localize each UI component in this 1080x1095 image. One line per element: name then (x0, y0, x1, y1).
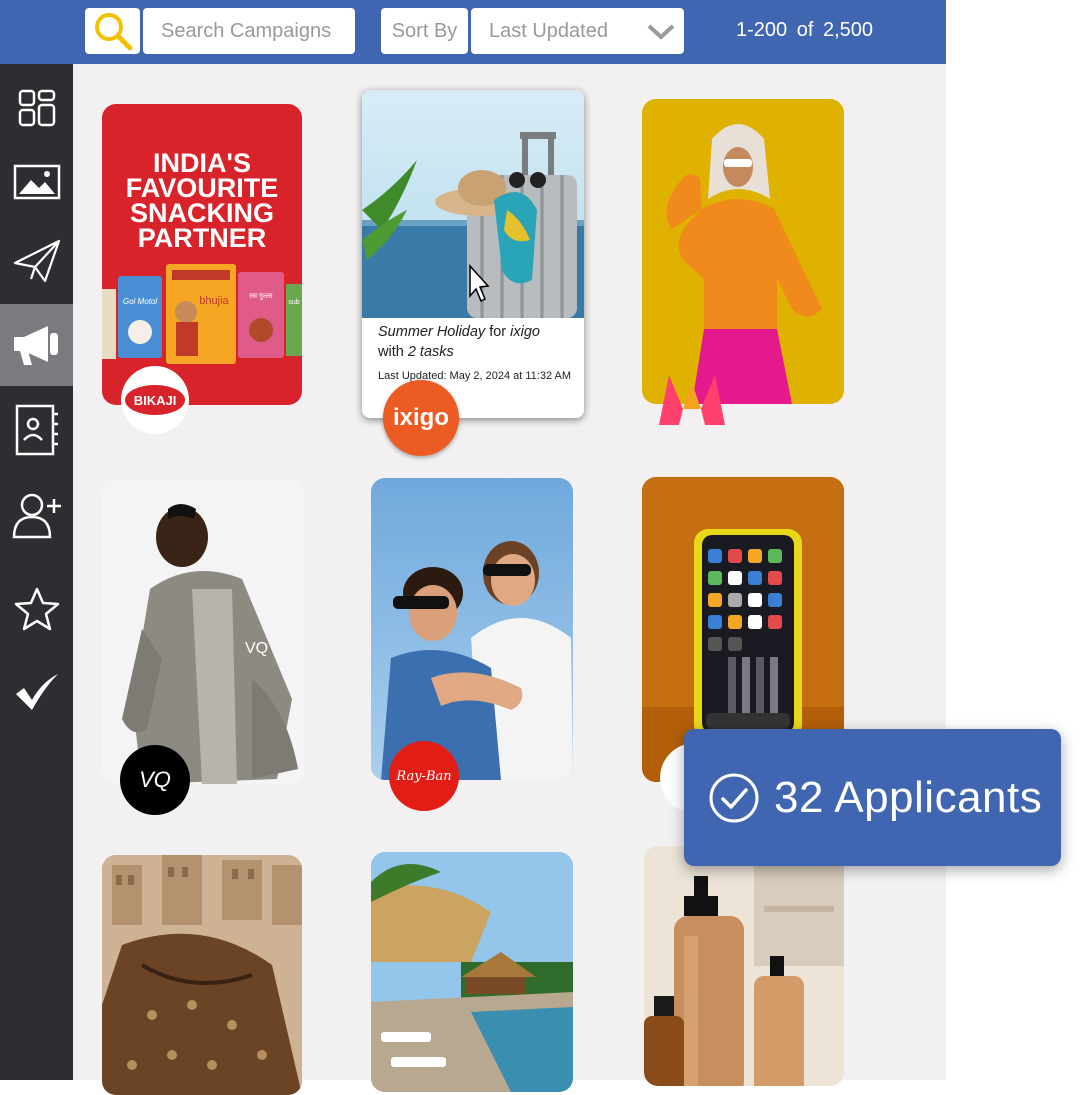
megaphone-icon (13, 326, 58, 365)
brand-badge-myntra: M (655, 369, 729, 427)
sort-by-text: Sort By (391, 19, 458, 42)
beach-luggage-image (362, 90, 584, 318)
handbag-image (102, 855, 302, 1095)
brand-badge-ixigo: ixigo (383, 380, 459, 456)
sort-selected-value: Last Updated (489, 19, 608, 42)
campaign-title-connector: for (485, 324, 511, 340)
pagination-count: 1-200 of 2,500 (736, 19, 873, 41)
pack-label: bhujia (199, 295, 229, 307)
dashboard-grid-icon (18, 89, 55, 127)
brand-badge-bikaji: BIKAJI (121, 366, 189, 434)
sidebar-item-send[interactable] (0, 221, 73, 303)
cosmetics-bottles-image (644, 846, 844, 1086)
search-button[interactable] (85, 8, 140, 54)
ixigo-card-details: Summer Holiday for ixigo with 2 tasks La… (378, 322, 578, 382)
campaign-card-ixigo[interactable]: Summer Holiday for ixigo with 2 tasks La… (362, 90, 584, 418)
couple-image (371, 478, 573, 780)
campaign-title: Summer Holiday (378, 324, 486, 340)
hoodie-model-image: VQ (102, 479, 304, 784)
pack-label: Gol Motol (123, 297, 157, 306)
vq-logo-text: VQ (139, 767, 171, 792)
bikaji-logo-text: BIKAJI (133, 392, 177, 408)
tasks-count: 2 tasks (407, 344, 454, 360)
pack-label: रस गुल्ला (249, 293, 272, 300)
sidebar-item-favorites[interactable] (0, 568, 73, 650)
checkmark-icon (15, 674, 58, 710)
sidebar (0, 64, 73, 1080)
brand-badge-vq: VQ (120, 745, 190, 815)
paper-plane-icon (13, 239, 60, 283)
tasks-prefix: with (378, 344, 408, 360)
contacts-book-icon (15, 404, 58, 456)
bikaji-poster-image: INDIA'S FAVOURITE SNACKING PARTNER Gol M… (102, 148, 302, 364)
sidebar-item-dashboard[interactable] (0, 67, 73, 149)
hoodie-logo: VQ (245, 640, 268, 657)
search-campaigns-input[interactable]: Search Campaigns (143, 8, 355, 54)
search-icon (94, 13, 132, 51)
pack-label: sub (288, 299, 299, 306)
ixigo-logo-text: ixigo (392, 404, 449, 431)
bikaji-headline-line: PARTNER (138, 223, 267, 253)
campaign-card-bottles[interactable] (644, 846, 844, 1086)
check-circle-icon (709, 773, 759, 822)
applicants-badge[interactable]: 32 Applicants (684, 729, 1061, 866)
rayban-logo-text: Ray-Ban (396, 768, 452, 784)
sidebar-item-gallery[interactable] (0, 141, 73, 223)
campaign-card-bikaji[interactable]: INDIA'S FAVOURITE SNACKING PARTNER Gol M… (102, 104, 302, 405)
sidebar-item-approved[interactable] (0, 651, 73, 733)
fashion-model-image (666, 124, 822, 404)
last-updated: Last Updated: May 2, 2024 at 11:32 AM (378, 370, 572, 382)
add-user-icon (12, 493, 61, 539)
star-icon (14, 587, 59, 631)
campaign-brand: ixigo (510, 324, 540, 340)
sidebar-item-add-user[interactable] (0, 474, 73, 556)
campaign-card-vq[interactable]: VQ (102, 479, 304, 784)
campaign-card-myntra[interactable] (642, 99, 844, 404)
sidebar-item-campaigns[interactable] (0, 304, 73, 386)
sort-select[interactable]: Last Updated (471, 8, 684, 54)
search-placeholder: Search Campaigns (161, 19, 332, 42)
campaign-card-rayban[interactable] (371, 478, 573, 780)
image-gallery-icon (13, 164, 60, 200)
applicants-count: 32 Applicants (774, 772, 1043, 822)
brand-badge-rayban: Ray-Ban (389, 741, 459, 811)
sidebar-item-contacts[interactable] (0, 389, 73, 471)
sort-by-label: Sort By (381, 8, 468, 54)
top-bar: Search Campaigns Sort By Last Updated 1-… (0, 0, 946, 64)
chevron-down-icon (647, 24, 675, 40)
resort-pool-image (371, 852, 573, 1092)
campaign-card-resort[interactable] (371, 852, 573, 1092)
campaign-card-lv[interactable] (102, 855, 302, 1095)
